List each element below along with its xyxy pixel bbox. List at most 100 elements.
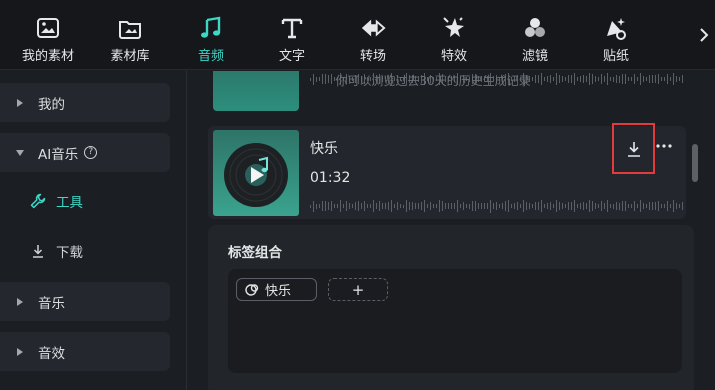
waveform-bar <box>421 202 422 210</box>
waveform-bar <box>616 201 617 211</box>
tab-effects[interactable]: 特效 <box>414 0 494 70</box>
waveform-bar <box>598 203 599 209</box>
waveform-bar <box>349 203 350 209</box>
waveform-bar <box>661 204 662 208</box>
waveform-bar <box>448 203 449 209</box>
waveform-bar <box>367 203 368 209</box>
waveform-bar <box>628 203 629 209</box>
waveform-bar <box>586 203 587 209</box>
waveform-bar <box>388 201 389 211</box>
sidebar-item-sfx[interactable]: 音效 <box>0 332 170 371</box>
tag-chip[interactable]: 快乐 <box>236 278 317 301</box>
more-icon <box>656 144 672 148</box>
waveform-bar <box>322 201 323 211</box>
waveform-bar <box>397 201 398 211</box>
sidebar-item-mine[interactable]: 我的 <box>0 83 170 122</box>
waveform-bar <box>544 204 545 208</box>
scrollbar[interactable] <box>692 144 698 182</box>
waveform-bar <box>655 201 656 211</box>
sidebar-item-downloads[interactable]: 下载 <box>30 236 83 266</box>
waveform-bar <box>670 203 671 209</box>
waveform-bar <box>412 201 413 211</box>
waveform-bar <box>577 204 578 208</box>
waveform-bar <box>610 203 611 209</box>
waveform-bar <box>568 201 569 211</box>
waveform-bar <box>502 202 503 210</box>
track-card[interactable]: 快乐 01:32 <box>208 123 686 219</box>
media-icon <box>35 15 61 41</box>
library-icon <box>117 15 143 41</box>
waveform-bar <box>637 204 638 208</box>
waveform-bar <box>523 199 524 213</box>
waveform-bar <box>406 200 407 212</box>
sidebar-item-ai-music[interactable]: AI音乐 ? <box>0 133 170 172</box>
waveform-bar <box>343 203 344 209</box>
waveform-bar <box>358 200 359 212</box>
waveform-bar <box>505 201 506 211</box>
tab-my-media[interactable]: 我的素材 <box>8 0 88 70</box>
waveform-bar <box>355 201 356 211</box>
sidebar-item-tools[interactable]: 工具 <box>30 186 83 216</box>
waveform-bar <box>487 203 488 209</box>
waveform-bar <box>439 200 440 212</box>
tags-title: 标签组合 <box>228 245 282 261</box>
waveform-bar <box>526 202 527 210</box>
track-duration: 01:32 <box>310 170 351 186</box>
sticker-icon <box>603 15 629 41</box>
waveform-bar <box>640 200 641 212</box>
download-button[interactable] <box>612 123 655 174</box>
waveform-bar <box>631 203 632 209</box>
waveform-bar <box>658 200 659 212</box>
waveform-bar <box>613 203 614 209</box>
waveform-bar <box>574 199 575 213</box>
waveform-bar <box>679 203 680 209</box>
waveform-bar <box>382 203 383 209</box>
waveform-bar <box>346 200 347 212</box>
help-icon[interactable]: ? <box>84 146 98 159</box>
caret-down-icon <box>14 149 26 156</box>
sidebar-item-music[interactable]: 音乐 <box>0 282 170 321</box>
waveform-bar <box>403 204 404 208</box>
waveform-bar <box>529 202 530 210</box>
text-icon <box>279 15 305 41</box>
waveform-bar <box>604 203 605 209</box>
waveform <box>310 199 683 213</box>
waveform-bar <box>535 202 536 210</box>
waveform-bar <box>391 200 392 212</box>
more-options-button[interactable] <box>654 136 674 156</box>
tab-audio[interactable]: 音频 <box>171 0 251 70</box>
waveform-bar <box>352 203 353 209</box>
waveform-bar <box>673 200 674 212</box>
tab-filter[interactable]: 滤镜 <box>495 0 575 70</box>
waveform-bar <box>472 200 473 212</box>
waveform-bar <box>463 202 464 210</box>
waveform-bar <box>520 204 521 208</box>
waveform-bar <box>634 201 635 211</box>
chevron-right-icon[interactable] <box>697 24 711 46</box>
tab-library[interactable]: 素材库 <box>90 0 170 70</box>
waveform-bar <box>511 203 512 209</box>
waveform-bar <box>328 202 329 210</box>
waveform-bar <box>676 202 677 210</box>
tab-text[interactable]: 文字 <box>252 0 332 70</box>
waveform-bar <box>460 203 461 209</box>
waveform-bar <box>589 200 590 212</box>
waveform-bar <box>361 202 362 210</box>
add-tag-button[interactable]: + <box>328 278 388 301</box>
waveform-bar <box>457 199 458 213</box>
waveform-bar <box>466 203 467 209</box>
waveform-bar <box>556 199 557 213</box>
wrench-icon <box>30 193 46 209</box>
top-toolbar: 我的素材 素材库 音频 文字 转场 特效 滤镜 贴纸 <box>0 0 715 70</box>
waveform-bar <box>649 201 650 211</box>
tags-panel: 标签组合 快乐 + <box>208 225 694 390</box>
waveform-bar <box>490 199 491 213</box>
tab-transition[interactable]: 转场 <box>333 0 413 70</box>
waveform-bar <box>424 199 425 213</box>
waveform-bar <box>475 200 476 212</box>
waveform-bar <box>385 203 386 209</box>
waveform-bar <box>550 202 551 210</box>
history-note: 你可以浏览过去30天的历史生成记录 <box>335 74 531 88</box>
tab-sticker[interactable]: 贴纸 <box>576 0 656 70</box>
main-panel: 你可以浏览过去30天的历史生成记录 快乐 01:32 标签组合 快乐 + <box>188 71 715 390</box>
